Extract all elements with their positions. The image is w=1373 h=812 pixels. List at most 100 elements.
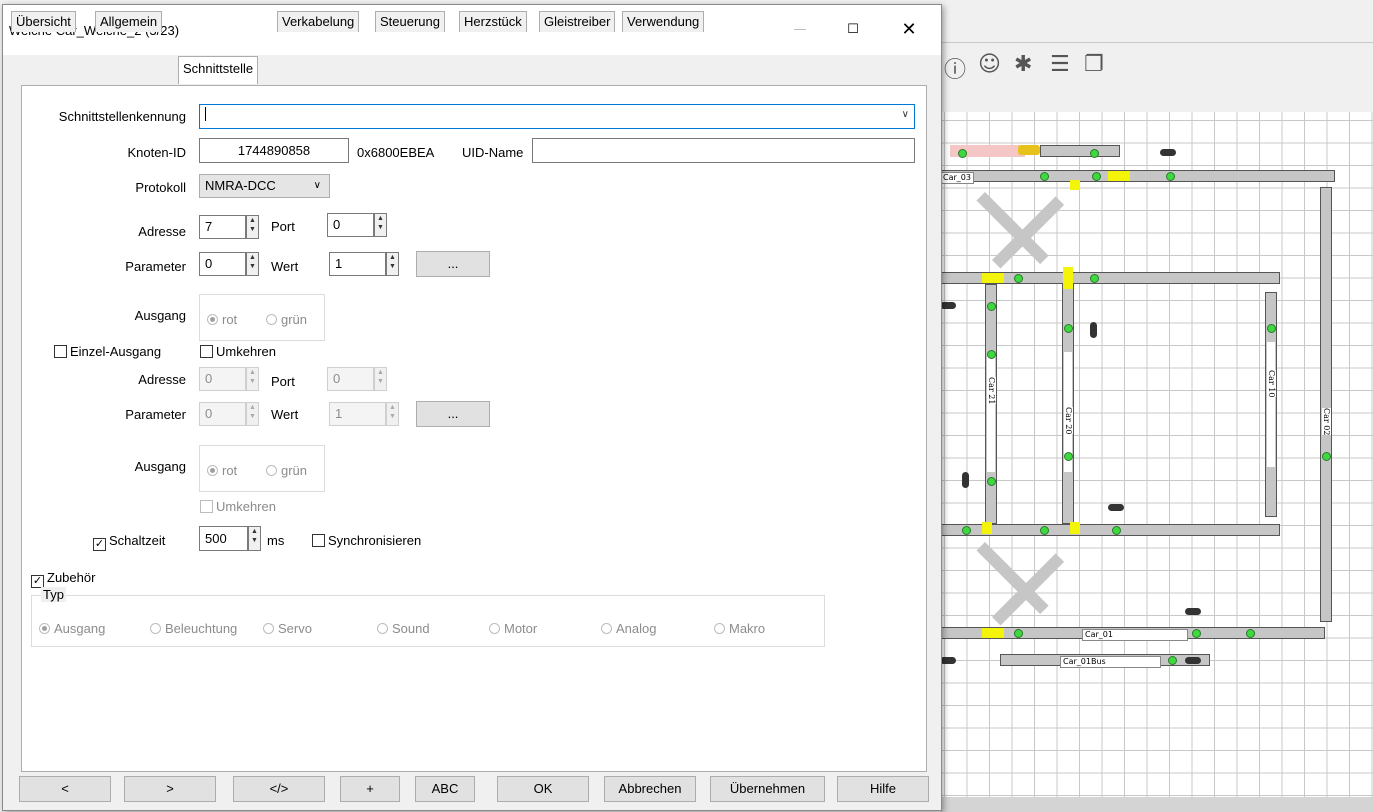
schaltzeit-checkbox[interactable]: ✓ Schaltzeit (93, 533, 165, 551)
tab-gleistreiber[interactable]: Gleistreiber (539, 11, 616, 32)
more-button[interactable]: ... (416, 251, 490, 277)
typ-sound-radio[interactable]: Sound (377, 621, 430, 636)
typ-beleuchtung-radio[interactable]: Beleuchtung (150, 621, 237, 636)
typ-ausgang-radio[interactable]: Ausgang (39, 621, 105, 636)
typ-analog-radio[interactable]: Analog (601, 621, 656, 636)
parameter-input[interactable]: 0 (199, 252, 246, 276)
maximize-button[interactable]: ☐ (831, 15, 875, 45)
schaltzeit-spinner[interactable]: ▲ ▼ (248, 526, 261, 551)
synchronisieren-checkbox[interactable]: Synchronisieren (312, 533, 421, 548)
more2-button[interactable]: ... (416, 401, 490, 427)
rot-radio-label: rot (222, 312, 238, 327)
tab-uebersicht[interactable]: Übersicht (11, 11, 76, 32)
signal-icon[interactable] (940, 657, 956, 664)
signal-icon[interactable] (1185, 657, 1201, 664)
ok-button[interactable]: OK (497, 776, 589, 802)
port2-input[interactable]: 0 (327, 367, 374, 391)
sensor-dot (962, 526, 971, 535)
copy-icon[interactable]: ❐ (1084, 52, 1104, 77)
typ-motor-radio[interactable]: Motor (489, 621, 537, 636)
minimize-button[interactable]: — (778, 15, 822, 45)
signal-icon[interactable] (1160, 149, 1176, 156)
track-label: Car_01 (1082, 629, 1188, 641)
parameter-spinner[interactable]: ▲ ▼ (246, 252, 259, 276)
tab-herzstueck[interactable]: Herzstück (459, 11, 527, 32)
signal-icon[interactable] (1108, 504, 1124, 511)
signal-icon[interactable] (1090, 322, 1097, 338)
gruen-radio-label: grün (281, 312, 308, 327)
gruen-radio[interactable]: grün (266, 312, 307, 327)
tab-schnittstelle[interactable]: Schnittstelle (178, 56, 259, 84)
gruen2-radio[interactable]: grün (266, 463, 307, 478)
sensor-dot (987, 477, 996, 486)
wert-input[interactable]: 1 (329, 252, 386, 276)
switch-marker (982, 273, 1004, 283)
zubehoer-checkbox[interactable]: ✓ Zubehör (31, 570, 95, 588)
tab-steuerung[interactable]: Steuerung (375, 11, 445, 32)
tab-verkabelung[interactable]: Verkabelung (277, 11, 360, 32)
list-icon[interactable]: ☰ (1050, 52, 1070, 77)
signal-icon[interactable] (1185, 608, 1201, 615)
port-input[interactable]: 0 (327, 213, 374, 237)
wert-spinner[interactable]: ▲ ▼ (386, 252, 399, 276)
typ-option-label: Analog (616, 621, 657, 636)
code-button[interactable]: </> (233, 776, 325, 802)
typ-makro-radio[interactable]: Makro (714, 621, 765, 636)
umkehren-checkbox[interactable]: Umkehren (200, 344, 276, 359)
background-statusbar (940, 797, 1373, 812)
track-label-bg (987, 357, 995, 472)
radio-indicator (377, 623, 388, 634)
tab-allgemein[interactable]: Allgemein (95, 11, 163, 32)
track-plan-canvas[interactable]: Car_03 Car 21 Car 20 Car 10 Car 02 Car_0… (940, 112, 1373, 797)
add-button[interactable]: + (340, 776, 400, 802)
rot2-radio-label: rot (222, 463, 238, 478)
sensor-dot (1090, 149, 1099, 158)
close-button[interactable]: ✕ (887, 15, 931, 45)
wert2-spinner[interactable]: ▲ ▼ (386, 402, 399, 426)
port-spinner[interactable]: ▲ ▼ (374, 213, 387, 237)
info-icon[interactable]: ⓘ (944, 52, 966, 84)
adresse2-spinner[interactable]: ▲ ▼ (246, 367, 259, 391)
chevron-down-icon[interactable]: ∨ (902, 105, 909, 125)
adresse2-input[interactable]: 0 (199, 367, 246, 391)
port-label: Port (271, 219, 295, 234)
schnittstellenkennung-combobox[interactable]: ∨ (199, 104, 915, 129)
einzel-ausgang-checkbox[interactable]: Einzel-Ausgang (54, 344, 161, 359)
switch-marker (982, 522, 992, 534)
protokoll-select[interactable]: NMRA-DCC ∨ (199, 174, 330, 198)
apply-button[interactable]: Übernehmen (710, 776, 825, 802)
wert2-label: Wert (271, 407, 299, 422)
sensor-dot (1166, 172, 1175, 181)
uid-name-field[interactable] (532, 138, 915, 163)
typ-servo-radio[interactable]: Servo (263, 621, 312, 636)
next-button[interactable]: > (124, 776, 216, 802)
checkbox-indicator: ✓ (93, 538, 106, 551)
parameter2-input[interactable]: 0 (199, 402, 246, 426)
parameter2-spinner[interactable]: ▲ ▼ (246, 402, 259, 426)
sensor-dot (1192, 629, 1201, 638)
port2-spinner[interactable]: ▲ ▼ (374, 367, 387, 391)
signal-icon[interactable] (962, 472, 969, 488)
rot2-radio[interactable]: rot (207, 463, 237, 478)
knoten-id-field[interactable]: 1744890858 (199, 138, 349, 163)
cancel-button[interactable]: Abbrechen (604, 776, 696, 802)
einzel-ausgang-label: Einzel-Ausgang (70, 344, 162, 359)
signal-icon[interactable] (940, 302, 956, 309)
sensor-dot (1322, 452, 1331, 461)
wert2-input[interactable]: 1 (329, 402, 386, 426)
typ-option-label: Ausgang (54, 621, 106, 636)
switch-marker (1108, 171, 1130, 181)
adresse-input[interactable]: 7 (199, 215, 246, 239)
typ-option-label: Sound (392, 621, 430, 636)
background-toolbar (940, 42, 1373, 113)
bug-icon[interactable]: ✱ (1014, 52, 1032, 77)
abc-button[interactable]: ABC (415, 776, 475, 802)
prev-button[interactable]: < (19, 776, 111, 802)
rot-radio[interactable]: rot (207, 312, 237, 327)
tab-verwendung[interactable]: Verwendung (622, 11, 705, 32)
schaltzeit-input[interactable]: 500 (199, 526, 248, 551)
help-button[interactable]: Hilfe (837, 776, 929, 802)
chat-icon[interactable]: ☺ (978, 52, 1001, 77)
adresse-spinner[interactable]: ▲ ▼ (246, 215, 259, 239)
umkehren2-checkbox[interactable]: Umkehren (200, 499, 276, 514)
